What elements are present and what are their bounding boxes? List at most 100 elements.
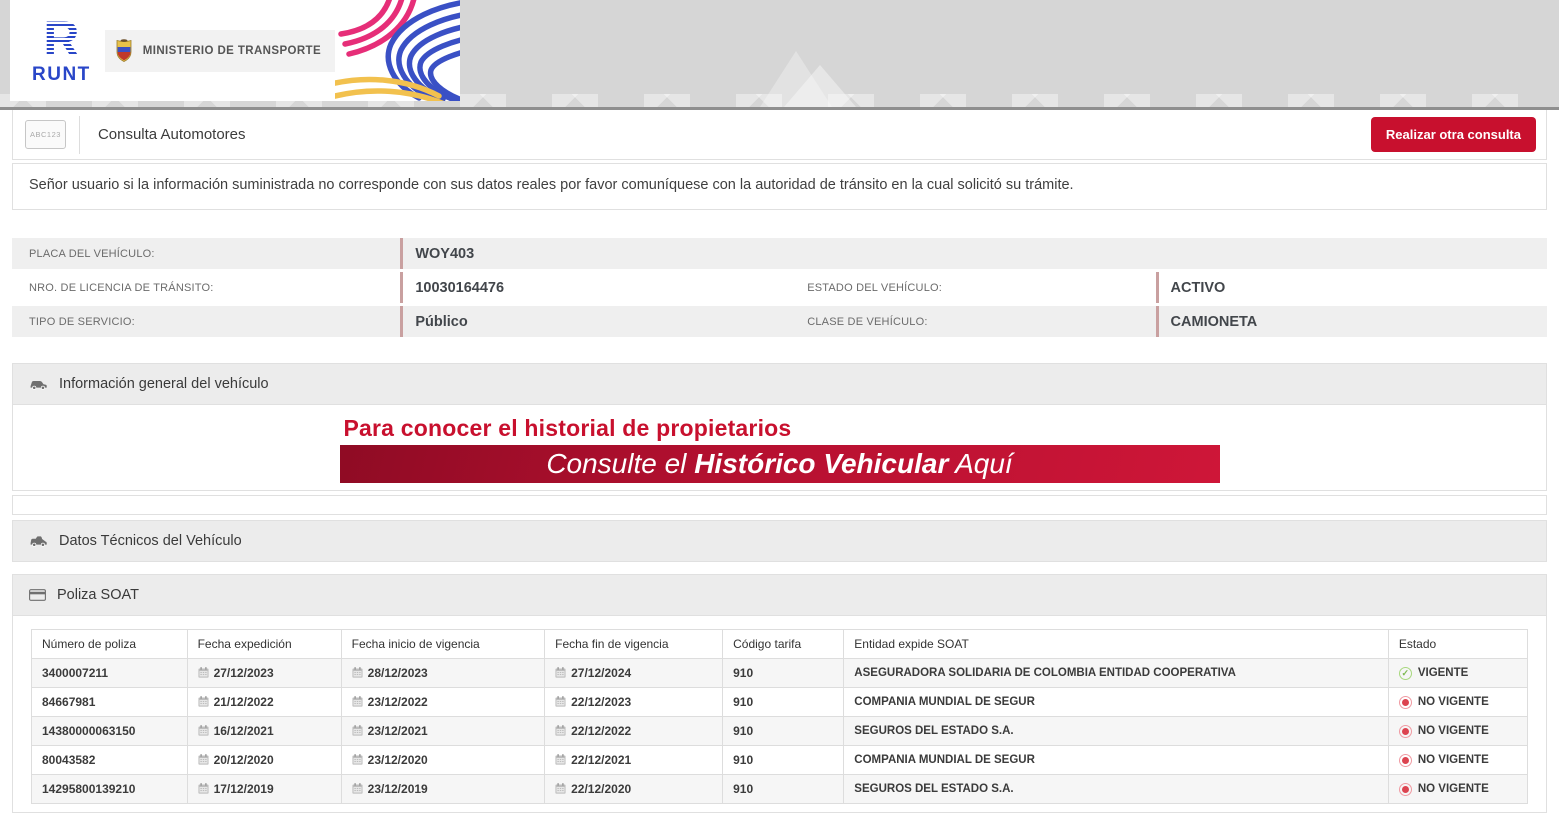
empty-strip-panel	[12, 495, 1547, 515]
runt-logo[interactable]: R RUNT	[32, 14, 91, 86]
soat-table-body: 3400007211 27/12/2023 28/12/2023 27/12/2…	[31, 658, 1529, 804]
entity-cell: SEGUROS DEL ESTADO S.A.	[843, 774, 1389, 804]
calendar-icon	[555, 783, 566, 794]
policy-number-cell: 3400007211	[31, 658, 188, 688]
card-icon	[29, 589, 46, 601]
start-date-cell: 23/12/2019	[340, 774, 546, 804]
notice-panel: Señor usuario si la información suminist…	[12, 163, 1547, 210]
issue-date-cell: 27/12/2023	[186, 658, 342, 688]
new-query-button[interactable]: Realizar otra consulta	[1370, 117, 1536, 152]
calendar-icon	[555, 696, 566, 707]
license-plate-icon: ABC123	[25, 120, 66, 149]
calendar-icon	[352, 696, 363, 707]
car-icon	[29, 378, 48, 391]
status-badge: NO VIGENTE	[1417, 783, 1489, 795]
tariff-code-cell: 910	[722, 745, 845, 775]
issue-date-value: 27/12/2023	[213, 666, 274, 680]
ministry-label: MINISTERIO DE TRANSPORTE	[142, 44, 322, 57]
start-date-cell: 28/12/2023	[340, 658, 546, 688]
status-cell: NO VIGENTE	[1387, 716, 1529, 746]
calendar-icon	[198, 783, 209, 794]
vehicle-row-license-state: NRO. DE LICENCIA DE TRÁNSITO: 1003016447…	[12, 272, 1547, 303]
service-value: Público	[400, 306, 790, 337]
issue-date-cell: 17/12/2019	[186, 774, 342, 804]
status-badge: NO VIGENTE	[1417, 725, 1489, 737]
tariff-code-cell: 910	[722, 774, 845, 804]
table-row: 80043582 20/12/2020 23/12/2020 22/12/202…	[31, 745, 1529, 775]
end-date-cell: 22/12/2022	[544, 716, 724, 746]
banner-bar: Consulte el Histórico Vehicular Aquí	[339, 445, 1220, 483]
waves-graphic	[328, 0, 460, 101]
column-header: Fecha expedición	[186, 629, 342, 659]
colombia-coat-of-arms-icon	[114, 38, 134, 63]
technical-data-title: Datos Técnicos del Vehículo	[59, 533, 242, 549]
calendar-icon	[555, 754, 566, 765]
entity-cell: SEGUROS DEL ESTADO S.A.	[843, 716, 1389, 746]
general-info-title: Información general del vehículo	[59, 376, 269, 392]
soat-header[interactable]: Poliza SOAT	[13, 575, 1546, 615]
status-badge: VIGENTE	[1417, 667, 1469, 679]
end-date-value: 22/12/2020	[571, 782, 632, 796]
state-value: ACTIVO	[1155, 272, 1547, 303]
banner-text-bold: Histórico Vehicular	[694, 448, 949, 479]
vehicle-row-service-class: TIPO DE SERVICIO: Público CLASE DE VEHÍC…	[12, 306, 1547, 337]
table-row: 14295800139210 17/12/2019 23/12/2019 22/…	[31, 774, 1529, 804]
state-label: ESTADO DEL VEHÍCULO:	[807, 281, 943, 294]
plate-value: WOY403	[400, 238, 1547, 269]
table-row: 84667981 21/12/2022 23/12/2022 22/12/202…	[31, 687, 1529, 717]
start-date-value: 23/12/2019	[367, 782, 428, 796]
runt-wordmark: RUNT	[32, 63, 91, 85]
entity-cell: COMPANIA MUNDIAL DE SEGUR	[843, 745, 1389, 775]
status-cell: NO VIGENTE	[1387, 687, 1529, 717]
end-date-cell: 22/12/2021	[544, 745, 724, 775]
policy-number-cell: 14295800139210	[31, 774, 188, 804]
page-title: Consulta Automotores	[97, 126, 246, 143]
column-header: Fecha inicio de vigencia	[340, 629, 546, 659]
general-info-body: Para conocer el historial de propietario…	[13, 404, 1546, 490]
end-date-value: 22/12/2022	[571, 724, 632, 738]
start-date-value: 23/12/2020	[367, 753, 428, 767]
status-cell: NO VIGENTE	[1387, 745, 1529, 775]
vehicle-row-plate: PLACA DEL VEHÍCULO: WOY403	[12, 238, 1547, 269]
calendar-icon	[198, 696, 209, 707]
end-date-cell: 22/12/2023	[544, 687, 724, 717]
banner-text-prefix: Consulte el	[546, 448, 695, 479]
vehicle-summary: PLACA DEL VEHÍCULO: WOY403 NRO. DE LICEN…	[12, 238, 1547, 337]
calendar-icon	[198, 667, 209, 678]
soat-title: Poliza SOAT	[57, 587, 139, 603]
notice-text: Señor usuario si la información suminist…	[29, 177, 1074, 193]
start-date-cell: 23/12/2020	[340, 745, 546, 775]
calendar-icon	[352, 754, 363, 765]
calendar-icon	[198, 725, 209, 736]
status-badge: NO VIGENTE	[1417, 754, 1489, 766]
issue-date-cell: 21/12/2022	[186, 687, 342, 717]
table-row: 3400007211 27/12/2023 28/12/2023 27/12/2…	[31, 658, 1529, 688]
tariff-code-cell: 910	[722, 716, 845, 746]
calendar-icon	[198, 754, 209, 765]
main-content: ABC123 Consulta Automotores Realizar otr…	[0, 110, 1559, 827]
tariff-code-cell: 910	[722, 658, 845, 688]
license-label: NRO. DE LICENCIA DE TRÁNSITO:	[29, 281, 214, 294]
calendar-icon	[555, 667, 566, 678]
status-badge: NO VIGENTE	[1417, 696, 1489, 708]
start-date-value: 23/12/2021	[367, 724, 428, 738]
calendar-icon	[352, 667, 363, 678]
header-band: R RUNT MINISTERIO DE TRANSPORTE	[0, 0, 1559, 110]
soat-section: Poliza SOAT Número de poliza Fecha expedi…	[12, 574, 1547, 813]
calendar-icon	[352, 725, 363, 736]
end-date-cell: 22/12/2020	[544, 774, 724, 804]
technical-data-header[interactable]: Datos Técnicos del Vehículo	[13, 521, 1546, 561]
end-date-cell: 27/12/2024	[544, 658, 724, 688]
general-info-header[interactable]: Información general del vehículo	[13, 364, 1546, 404]
toolbar: ABC123 Consulta Automotores Realizar otr…	[12, 110, 1547, 160]
brand-box: R RUNT MINISTERIO DE TRANSPORTE	[10, 0, 460, 101]
car-technical-icon	[29, 535, 48, 548]
calendar-icon	[555, 725, 566, 736]
general-info-section: Información general del vehículo Para co…	[12, 363, 1547, 491]
start-date-cell: 23/12/2021	[340, 716, 546, 746]
service-label: TIPO DE SERVICIO:	[29, 315, 135, 328]
license-value: 10030164476	[400, 272, 790, 303]
historico-vehicular-banner[interactable]: Para conocer el historial de propietario…	[339, 415, 1220, 483]
table-row: 14380000063150 16/12/2021 23/12/2021 22/…	[31, 716, 1529, 746]
start-date-value: 28/12/2023	[367, 666, 428, 680]
